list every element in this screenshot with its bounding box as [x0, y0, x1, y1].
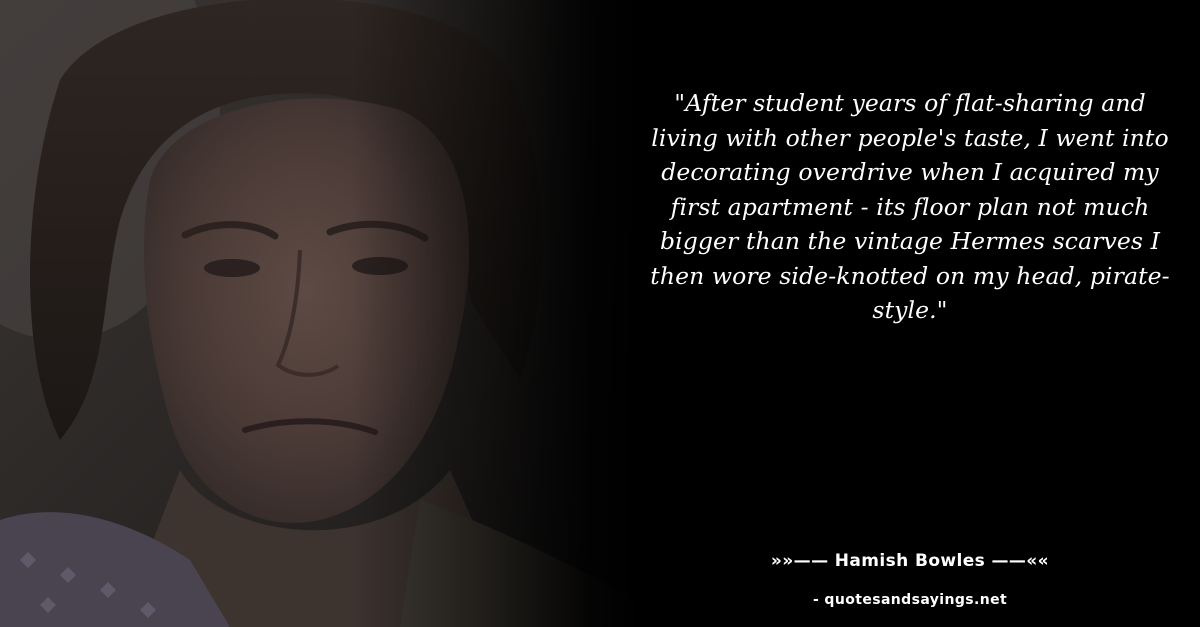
quote-author: »»—— Hamish Bowles ——««: [770, 551, 1050, 571]
quote-card: "After student years of flat-sharing and…: [0, 0, 1200, 627]
source-link: - quotesandsayings.net: [812, 592, 1008, 608]
author-photo: [0, 0, 640, 627]
quote-text: "After student years of flat-sharing and…: [650, 89, 1170, 324]
